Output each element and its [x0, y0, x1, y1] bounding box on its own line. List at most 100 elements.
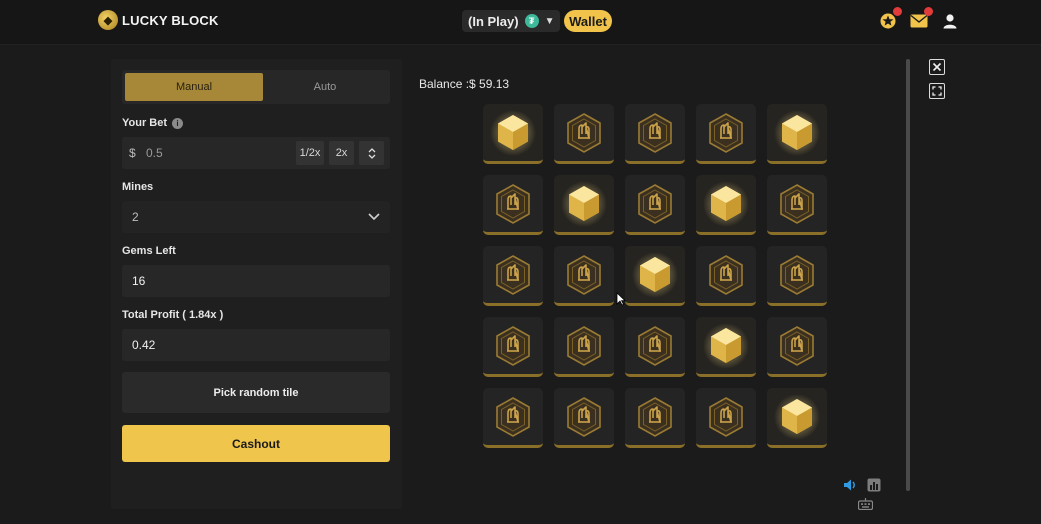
lucky-block-icon: [709, 254, 743, 295]
tile-unrevealed[interactable]: [696, 104, 756, 164]
tile-unrevealed[interactable]: [767, 175, 827, 235]
lucky-block-icon: [567, 112, 601, 153]
gem-icon: [774, 109, 820, 156]
total-profit-label: Total Profit ( 1.84x ): [122, 309, 224, 321]
tile-revealed-gem[interactable]: [696, 317, 756, 377]
lucky-block-icon: [638, 325, 672, 366]
total-profit-field: 0.42: [122, 329, 390, 361]
brand-logo[interactable]: ◆ LUCKY BLOCK: [98, 10, 219, 30]
brand-name: LUCKY BLOCK: [122, 12, 219, 28]
lucky-block-icon: [638, 112, 672, 153]
tile-unrevealed[interactable]: [483, 175, 543, 235]
tile-unrevealed[interactable]: [483, 388, 543, 448]
tile-unrevealed[interactable]: [767, 317, 827, 377]
bet-stepper-button[interactable]: [359, 141, 384, 165]
balance-selector[interactable]: (In Play) ₮ ▼: [462, 10, 560, 32]
rewards-button[interactable]: [878, 7, 902, 31]
lucky-block-icon: [496, 396, 530, 437]
tile-unrevealed[interactable]: [483, 246, 543, 306]
balance-display: Balance :$ 59.13: [419, 77, 510, 91]
lucky-block-icon: [709, 396, 743, 437]
cashout-button[interactable]: Cashout: [122, 425, 390, 462]
tile-unrevealed[interactable]: [767, 246, 827, 306]
wallet-button[interactable]: Wallet: [564, 10, 612, 32]
tile-unrevealed[interactable]: [696, 388, 756, 448]
lucky-block-icon: [496, 325, 530, 366]
notification-dot: [893, 7, 902, 16]
lucky-block-icon: [567, 254, 601, 295]
tile-revealed-gem[interactable]: [625, 246, 685, 306]
mines-label: Mines: [122, 181, 154, 193]
tile-unrevealed[interactable]: [483, 317, 543, 377]
lucky-block-icon: [709, 112, 743, 153]
bet-control-panel: Manual Auto Your Bet i $ 0.5 1/2x 2x Mine…: [111, 59, 402, 509]
bet-field: $ 0.5 1/2x 2x: [122, 137, 390, 169]
double-bet-button[interactable]: 2x: [329, 141, 354, 165]
mouse-cursor-icon: [616, 292, 626, 306]
up-down-arrows-icon: [368, 147, 375, 159]
lucky-block-icon: [780, 183, 814, 224]
tether-icon: ₮: [524, 14, 539, 28]
tile-unrevealed[interactable]: [554, 388, 614, 448]
tile-unrevealed[interactable]: [625, 175, 685, 235]
messages-button[interactable]: [909, 7, 933, 31]
keyboard-icon: [857, 498, 874, 511]
tab-manual[interactable]: Manual: [125, 73, 263, 101]
chevron-down-icon: ▼: [544, 15, 555, 27]
lucky-block-icon: [638, 396, 672, 437]
gems-left-label: Gems Left: [122, 245, 176, 257]
tile-revealed-gem[interactable]: [554, 175, 614, 235]
lucky-block-icon: [638, 183, 672, 224]
lucky-block-icon: [496, 183, 530, 224]
mode-tabs: Manual Auto: [122, 70, 390, 104]
half-bet-button[interactable]: 1/2x: [296, 141, 324, 165]
play-mode-label: (In Play): [468, 13, 519, 29]
speaker-icon: [844, 479, 855, 491]
pick-random-tile-button[interactable]: Pick random tile: [122, 372, 390, 413]
gem-icon: [703, 322, 749, 369]
gem-icon: [703, 180, 749, 227]
tile-unrevealed[interactable]: [625, 388, 685, 448]
gem-icon: [561, 180, 607, 227]
tile-unrevealed[interactable]: [625, 104, 685, 164]
sound-toggle[interactable]: [843, 478, 858, 497]
profile-button[interactable]: [940, 11, 960, 31]
tab-auto[interactable]: Auto: [263, 73, 387, 101]
scrollbar[interactable]: [906, 59, 910, 491]
top-bar: ◆ LUCKY BLOCK (In Play) ₮ ▼ Wallet: [0, 0, 1041, 45]
keyboard-shortcuts-button[interactable]: [857, 497, 874, 515]
tile-unrevealed[interactable]: [625, 317, 685, 377]
lucky-block-logo-icon: ◆: [98, 10, 118, 30]
info-icon[interactable]: i: [172, 117, 184, 129]
tile-unrevealed[interactable]: [554, 104, 614, 164]
gems-left-value: 16: [132, 274, 146, 288]
bet-amount-input[interactable]: 0.5: [146, 137, 163, 169]
tile-revealed-gem[interactable]: [767, 388, 827, 448]
close-game-button[interactable]: [929, 59, 945, 75]
close-icon: [932, 62, 942, 72]
total-profit-value: 0.42: [132, 338, 156, 352]
tile-revealed-gem[interactable]: [483, 104, 543, 164]
currency-symbol: $: [129, 146, 136, 160]
tile-revealed-gem[interactable]: [696, 175, 756, 235]
tile-unrevealed[interactable]: [696, 246, 756, 306]
bet-label-row: Your Bet i: [122, 117, 184, 129]
lucky-block-icon: [496, 254, 530, 295]
gem-icon: [632, 251, 678, 298]
mines-grid: [483, 104, 827, 448]
stats-button[interactable]: [867, 478, 881, 497]
bar-chart-icon: [867, 478, 881, 492]
fullscreen-button[interactable]: [929, 83, 945, 99]
lucky-block-icon: [567, 325, 601, 366]
chevron-down-icon: [368, 213, 380, 221]
gems-left-field: 16: [122, 265, 390, 297]
bet-label: Your Bet: [122, 117, 168, 129]
mail-icon: [910, 14, 928, 28]
lucky-block-icon: [780, 254, 814, 295]
tile-unrevealed[interactable]: [554, 246, 614, 306]
mines-select[interactable]: 2: [122, 201, 390, 233]
lucky-block-icon: [780, 325, 814, 366]
user-icon: [943, 14, 957, 29]
tile-unrevealed[interactable]: [554, 317, 614, 377]
tile-revealed-gem[interactable]: [767, 104, 827, 164]
